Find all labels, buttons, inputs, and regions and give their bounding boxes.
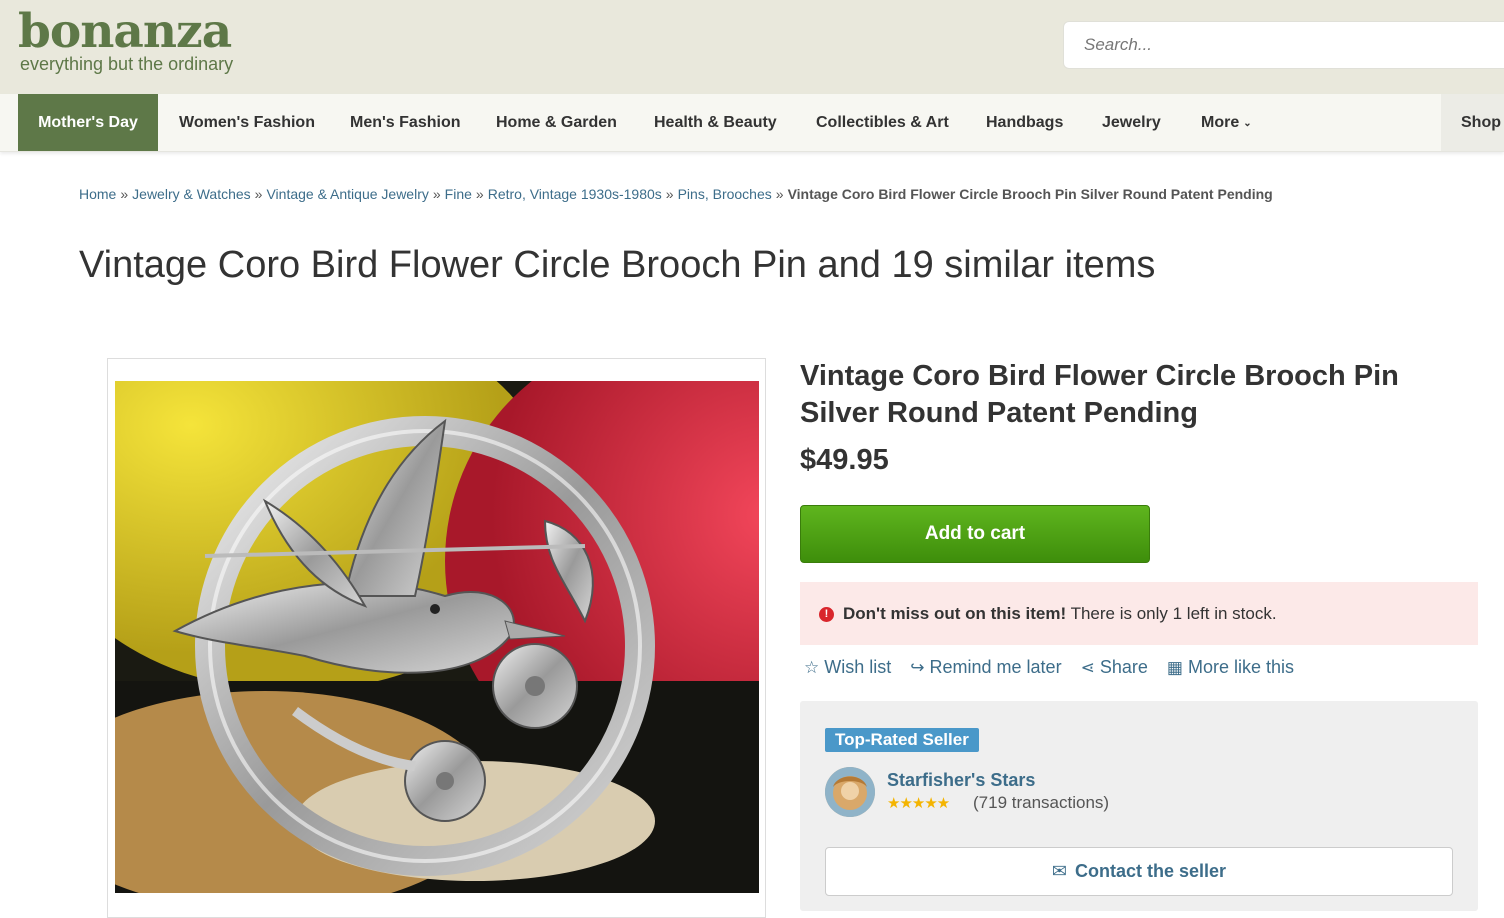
nav-item-mens-fashion[interactable]: Men's Fashion [350,94,460,151]
breadcrumb-current: Vintage Coro Bird Flower Circle Brooch P… [787,186,1273,202]
more-like-label: More like this [1187,657,1294,677]
remind-me-later-link[interactable]: ↪ Remind me later [910,657,1061,678]
low-stock-alert: ! Don't miss out on this item! There is o… [800,582,1478,645]
share-label: Share [1099,657,1148,677]
product-photo[interactable] [115,381,759,893]
contact-seller-button[interactable]: ✉ Contact the seller [825,847,1453,896]
product-title: Vintage Coro Bird Flower Circle Brooch P… [800,360,1399,429]
nav-item-health-beauty[interactable]: Health & Beauty [654,94,777,151]
nav-more-label: More [1201,114,1240,131]
product-price: $49.95 [800,444,889,476]
breadcrumb-link-vintage-antique[interactable]: Vintage & Antique Jewelry [266,186,428,202]
alert-text: There is only 1 left in stock. [1066,604,1277,623]
add-to-cart-button[interactable]: Add to cart [800,505,1150,563]
breadcrumb-separator: » [775,186,784,202]
more-like-this-link[interactable]: ▦ More like this [1167,657,1294,678]
search-input[interactable] [1063,21,1504,69]
top-rated-seller-badge: Top-Rated Seller [825,728,979,752]
product-image-frame [107,358,766,918]
nav-item-handbags[interactable]: Handbags [986,94,1063,151]
breadcrumb-link-pins-brooches[interactable]: Pins, Brooches [678,186,772,202]
grid-icon: ▦ [1166,658,1183,677]
contact-seller-label: Contact the seller [1075,861,1227,881]
seller-panel: Top-Rated Seller Starfisher's Stars ★★★★… [800,701,1478,911]
breadcrumb-separator: » [665,186,674,202]
breadcrumb-separator: » [254,186,263,202]
star-outline-icon: ☆ [804,658,820,677]
breadcrumb-separator: » [120,186,129,202]
wish-list-link[interactable]: ☆ Wish list [804,657,891,678]
breadcrumb-separator: » [475,186,484,202]
breadcrumb-link-retro-vintage[interactable]: Retro, Vintage 1930s-1980s [488,186,662,202]
chevron-down-icon: ⌄ [1243,118,1252,129]
breadcrumb: Home» Jewelry & Watches» Vintage & Antique… [79,186,1273,202]
breadcrumb-link-jewelry-watches[interactable]: Jewelry & Watches [132,186,251,202]
product-actions: ☆ Wish list ↪ Remind me later ⋖ Share ▦ More… [804,657,1308,678]
breadcrumb-link-fine[interactable]: Fine [445,186,472,202]
breadcrumb-link-home[interactable]: Home [79,186,116,202]
nav-item-mothers-day[interactable]: Mother's Day [18,94,158,151]
nav-item-collectibles-art[interactable]: Collectibles & Art [816,94,949,151]
alert-bold-text: Don't miss out on this item! [843,604,1067,623]
logo-tagline: everything but the ordinary [20,54,234,74]
nav-item-womens-fashion[interactable]: Women's Fashion [179,94,315,151]
category-nav: Mother's Day Women's Fashion Men's Fashi… [0,94,1504,152]
alert-exclamation-icon: ! [819,607,834,622]
site-header: bonanza everything but the ordinary [0,0,1504,94]
bonanza-logo[interactable]: bonanza everything but the ordinary [18,4,234,74]
envelope-icon: ✉ [1051,861,1068,881]
wish-list-label: Wish list [824,657,892,677]
breadcrumb-separator: » [432,186,441,202]
share-icon: ⋖ [1080,658,1095,677]
brooch-photo-illustration [115,381,759,893]
seller-rating-stars: ★★★★★ [887,795,950,812]
nav-item-jewelry[interactable]: Jewelry [1102,94,1161,151]
remind-icon: ↪ [910,658,925,677]
avatar-image [825,767,875,817]
logo-wordmark: bonanza [18,4,232,59]
seller-transaction-count: (719 transactions) [973,793,1110,812]
seller-name-link[interactable]: Starfisher's Stars [887,770,1035,791]
nav-shop-button[interactable]: Shop b [1441,94,1504,151]
nav-item-home-garden[interactable]: Home & Garden [496,94,617,151]
nav-item-more[interactable]: More ⌄ [1201,94,1252,151]
share-link[interactable]: ⋖ Share [1081,657,1148,678]
seller-avatar[interactable] [825,767,875,817]
page-title: Vintage Coro Bird Flower Circle Brooch P… [79,244,1156,286]
remind-label: Remind me later [929,657,1062,677]
